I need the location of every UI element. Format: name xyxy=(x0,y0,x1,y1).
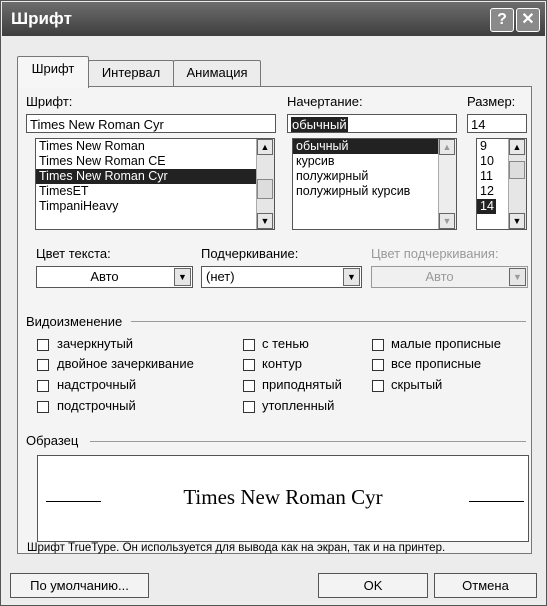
list-item[interactable]: Times New Roman CE xyxy=(36,154,274,169)
list-item[interactable]: обычный xyxy=(293,139,456,154)
title-bar[interactable]: Шрифт ? ✕ xyxy=(2,2,545,36)
subscript-label[interactable]: подстрочный xyxy=(57,398,136,413)
font-info-note: Шрифт TrueType. Он используется для выво… xyxy=(27,542,446,554)
preview-box: Times New Roman Cyr xyxy=(37,455,529,542)
size-input[interactable]: 14 xyxy=(467,114,527,133)
font-input[interactable]: Times New Roman Cyr xyxy=(26,114,276,133)
size-list[interactable]: 9 10 11 12 14 ▲ ▼ xyxy=(476,138,527,230)
list-item[interactable]: 14 xyxy=(477,199,496,214)
color-select-value: Авто xyxy=(90,269,119,284)
underline-color-label: Цвет подчеркивания: xyxy=(371,246,499,261)
preview-baseline-right xyxy=(469,501,524,502)
close-button[interactable]: ✕ xyxy=(516,8,540,32)
help-button[interactable]: ? xyxy=(490,8,514,32)
engrave-label[interactable]: утопленный xyxy=(262,398,334,413)
scroll-down-icon[interactable]: ▼ xyxy=(439,213,455,229)
outline-label[interactable]: контур xyxy=(262,356,302,371)
shadow-checkbox[interactable] xyxy=(243,339,255,351)
scroll-up-icon[interactable]: ▲ xyxy=(439,139,455,155)
style-scrollbar[interactable]: ▲ ▼ xyxy=(438,139,456,229)
underline-select-value: (нет) xyxy=(206,269,235,284)
color-label: Цвет текста: xyxy=(36,246,111,261)
underline-color-value: Авто xyxy=(425,269,454,284)
underline-select[interactable]: (нет) ▼ xyxy=(201,266,362,288)
chevron-down-icon[interactable]: ▼ xyxy=(343,268,360,286)
window-title: Шрифт xyxy=(11,9,72,28)
hidden-label[interactable]: скрытый xyxy=(391,377,442,392)
divider xyxy=(131,321,526,322)
list-item[interactable]: полужирный курсив xyxy=(293,184,456,199)
double-strikethrough-checkbox[interactable] xyxy=(37,359,49,371)
engrave-checkbox[interactable] xyxy=(243,401,255,413)
strikethrough-label[interactable]: зачеркнутый xyxy=(57,336,133,351)
scroll-up-icon[interactable]: ▲ xyxy=(257,139,273,155)
font-scrollbar[interactable]: ▲ ▼ xyxy=(256,139,274,229)
double-strikethrough-label[interactable]: двойное зачеркивание xyxy=(57,356,194,371)
size-scrollbar[interactable]: ▲ ▼ xyxy=(508,139,526,229)
preview-group-label: Образец xyxy=(26,433,79,448)
style-list[interactable]: обычный курсив полужирный полужирный кур… xyxy=(292,138,457,230)
ok-button[interactable]: OK xyxy=(318,573,428,598)
list-item[interactable]: Times New Roman xyxy=(36,139,274,154)
tab-spacing[interactable]: Интервал xyxy=(88,60,174,87)
list-item[interactable]: курсив xyxy=(293,154,456,169)
scroll-down-icon[interactable]: ▼ xyxy=(257,213,273,229)
scroll-thumb[interactable] xyxy=(509,161,525,179)
list-item[interactable]: Times New Roman Cyr xyxy=(36,169,274,184)
tab-animation[interactable]: Анимация xyxy=(173,60,261,87)
default-button[interactable]: По умолчанию... xyxy=(10,573,149,598)
shadow-label[interactable]: с тенью xyxy=(262,336,309,351)
all-caps-checkbox[interactable] xyxy=(372,359,384,371)
strikethrough-checkbox[interactable] xyxy=(37,339,49,351)
style-label: Начертание: xyxy=(287,94,363,109)
small-caps-checkbox[interactable] xyxy=(372,339,384,351)
style-input-value: обычный xyxy=(291,117,348,132)
underline-label: Подчеркивание: xyxy=(201,246,299,261)
emboss-checkbox[interactable] xyxy=(243,380,255,392)
small-caps-label[interactable]: малые прописные xyxy=(391,336,501,351)
color-select[interactable]: Авто ▼ xyxy=(36,266,193,288)
list-item[interactable]: TimesET xyxy=(36,184,274,199)
font-label: Шрифт: xyxy=(26,94,73,109)
outline-checkbox[interactable] xyxy=(243,359,255,371)
chevron-down-icon[interactable]: ▼ xyxy=(174,268,191,286)
tab-font[interactable]: Шрифт xyxy=(17,56,89,88)
font-list[interactable]: Times New Roman Times New Roman CE Times… xyxy=(35,138,275,230)
underline-color-select[interactable]: Авто ▼ xyxy=(371,266,528,288)
list-item[interactable]: TimpaniHeavy xyxy=(36,199,274,214)
style-input[interactable]: обычный xyxy=(287,114,457,133)
all-caps-label[interactable]: все прописные xyxy=(391,356,481,371)
divider xyxy=(90,441,526,442)
cancel-button[interactable]: Отмена xyxy=(434,573,537,598)
emboss-label[interactable]: приподнятый xyxy=(262,377,342,392)
superscript-label[interactable]: надстрочный xyxy=(57,377,136,392)
size-label: Размер: xyxy=(467,94,516,109)
effects-group-label: Видоизменение xyxy=(26,314,123,329)
scroll-up-icon[interactable]: ▲ xyxy=(509,139,525,155)
superscript-checkbox[interactable] xyxy=(37,380,49,392)
scroll-thumb[interactable] xyxy=(257,179,273,199)
scroll-down-icon[interactable]: ▼ xyxy=(509,213,525,229)
chevron-down-icon[interactable]: ▼ xyxy=(509,268,526,286)
list-item[interactable]: полужирный xyxy=(293,169,456,184)
hidden-checkbox[interactable] xyxy=(372,380,384,392)
subscript-checkbox[interactable] xyxy=(37,401,49,413)
preview-text: Times New Roman Cyr xyxy=(183,485,383,509)
